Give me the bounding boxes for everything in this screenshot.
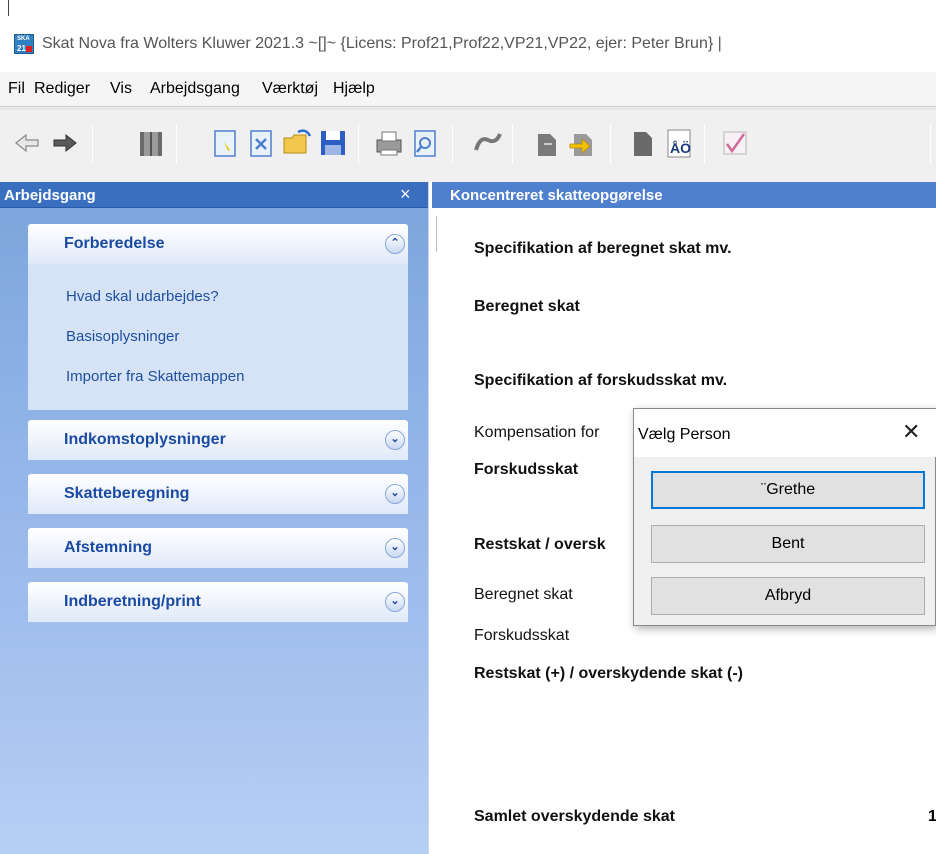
group-forberedelse[interactable]: Forberedelse ⌃ xyxy=(28,224,408,264)
row-beregnet-skat-plain: Beregnet skat xyxy=(474,586,573,603)
row-kompensation: Kompensation for xyxy=(474,424,600,441)
new-document-icon[interactable] xyxy=(208,126,242,160)
window-title: Skat Nova fra Wolters Kluwer 2021.3 ~[]~… xyxy=(42,35,722,52)
menu-hjaelp[interactable]: Hjælp xyxy=(333,80,375,98)
group-indkomstoplysninger[interactable]: Indkomstoplysninger ⌄ xyxy=(28,420,408,460)
person-grethe-button[interactable]: ¨Grethe xyxy=(651,471,925,509)
toolbar: ÅÖ xyxy=(0,110,936,182)
toolbar-separator xyxy=(358,124,359,164)
toolbar-separator xyxy=(610,124,611,164)
toolbar-separator xyxy=(176,124,177,164)
open-folder-icon[interactable] xyxy=(280,126,314,160)
app-logo-text-bottom: 21 xyxy=(17,44,26,53)
row-restskat: Restskat / oversk xyxy=(474,536,606,553)
menu-vis[interactable]: Vis xyxy=(110,80,132,98)
chevron-down-icon[interactable]: ⌄ xyxy=(385,592,405,612)
menu-bar: Fil Rediger Vis Arbejdsgang Værktøj Hjæl… xyxy=(0,72,936,106)
chevron-down-icon[interactable]: ⌄ xyxy=(385,538,405,558)
dialog-title-bar: Vælg Person ✕ xyxy=(634,409,936,457)
import-icon[interactable] xyxy=(566,126,600,160)
row-spec-forskudsskat: Specifikation af forskudsskat mv. xyxy=(474,372,728,389)
title-bar: SKA 21 Skat Nova fra Wolters Kluwer 2021… xyxy=(0,0,936,72)
close-icon[interactable]: × xyxy=(400,184,411,204)
group-label: Afstemning xyxy=(64,539,152,556)
row-samlet-overskydende: Samlet overskydende skat xyxy=(474,808,675,825)
menu-rediger[interactable]: Rediger xyxy=(34,80,90,98)
group-indberetning-print[interactable]: Indberetning/print ⌄ xyxy=(28,582,408,622)
group-label: Skatteberegning xyxy=(64,485,190,502)
menu-arbejdsgang[interactable]: Arbejdsgang xyxy=(150,80,240,98)
chevron-down-icon[interactable]: ⌄ xyxy=(385,430,405,450)
export-icon[interactable] xyxy=(530,126,564,160)
row-restskat-overskydende: Restskat (+) / overskydende skat (-) xyxy=(474,665,743,682)
app-logo-text-top: SKA xyxy=(17,36,30,42)
chevron-down-icon[interactable]: ⌄ xyxy=(385,484,405,504)
content-margin-line xyxy=(436,216,437,252)
row-forskudsskat: Forskudsskat xyxy=(474,461,579,478)
row-forskudsskat-plain: Forskudsskat xyxy=(474,627,570,644)
main-panel-header: Koncentreret skatteopgørelse xyxy=(432,182,936,208)
cancel-button[interactable]: Afbryd xyxy=(651,577,925,615)
select-person-dialog: Vælg Person ✕ ¨Grethe Bent Afbryd xyxy=(633,408,936,626)
close-document-icon[interactable] xyxy=(244,126,278,160)
toolbar-separator xyxy=(930,124,931,164)
menu-fil[interactable]: Fil xyxy=(8,80,25,98)
link-hvad-skal-udarbejdes[interactable]: Hvad skal udarbejdes? xyxy=(66,288,219,305)
toolbar-separator xyxy=(512,124,513,164)
check-chart-icon[interactable] xyxy=(718,126,752,160)
back-arrow-icon[interactable] xyxy=(10,126,44,160)
close-icon[interactable]: ✕ xyxy=(902,419,920,445)
toolbar-separator xyxy=(92,124,93,164)
svg-text:ÅÖ: ÅÖ xyxy=(670,140,691,156)
book-icon[interactable] xyxy=(134,126,168,160)
group-afstemning[interactable]: Afstemning ⌄ xyxy=(28,528,408,568)
link-icon[interactable] xyxy=(470,126,504,160)
workflow-panel-header: Arbejdsgang × xyxy=(0,182,428,208)
group-label: Indberetning/print xyxy=(64,593,201,610)
row-beregnet-skat: Beregnet skat xyxy=(474,298,580,315)
person-bent-button[interactable]: Bent xyxy=(651,525,925,563)
toolbar-separator xyxy=(452,124,453,164)
save-icon[interactable] xyxy=(316,126,350,160)
chevron-up-icon[interactable]: ⌃ xyxy=(385,234,405,254)
window-edge xyxy=(8,0,9,16)
print-preview-icon[interactable] xyxy=(408,126,442,160)
app-logo-mark xyxy=(26,46,32,52)
group-label: Forberedelse xyxy=(64,235,165,252)
link-basisoplysninger[interactable]: Basisoplysninger xyxy=(66,328,179,345)
workflow-panel-title: Arbejdsgang xyxy=(4,187,96,204)
toolbar-separator xyxy=(704,124,705,164)
link-importer-fra-skattemappen[interactable]: Importer fra Skattemappen xyxy=(66,368,244,385)
print-icon[interactable] xyxy=(372,126,406,160)
row-spec-beregnet-skat: Specifikation af beregnet skat mv. xyxy=(474,240,732,257)
app-logo-icon: SKA 21 xyxy=(14,34,34,54)
font-ao-icon[interactable]: ÅÖ xyxy=(662,126,696,160)
main-panel-title: Koncentreret skatteopgørelse xyxy=(450,187,663,204)
document-icon[interactable] xyxy=(626,126,660,160)
forward-arrow-icon[interactable] xyxy=(48,126,82,160)
group-skatteberegning[interactable]: Skatteberegning ⌄ xyxy=(28,474,408,514)
dialog-title: Vælg Person xyxy=(638,426,731,443)
group-label: Indkomstoplysninger xyxy=(64,431,226,448)
cut-off-value: 1 xyxy=(928,808,936,825)
menu-vaerktoej[interactable]: Værktøj xyxy=(262,80,318,98)
